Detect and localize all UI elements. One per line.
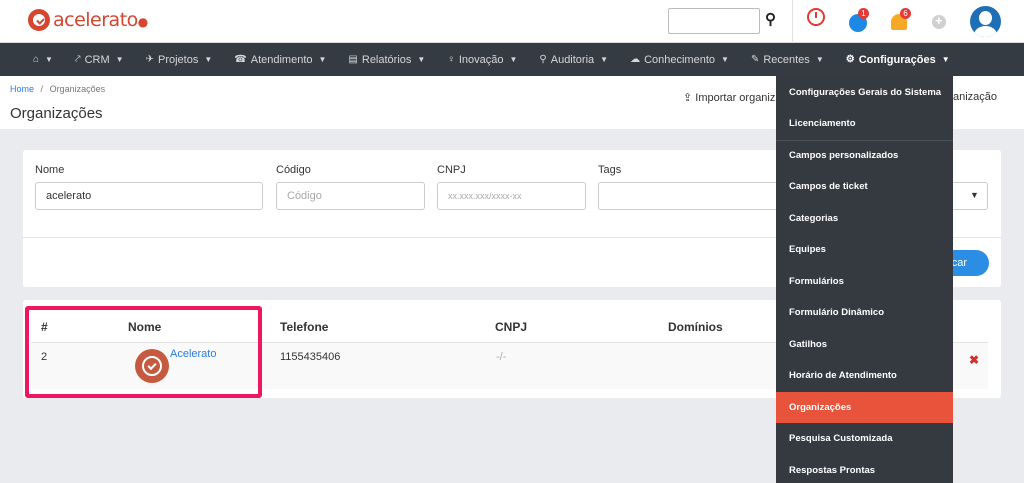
nav-conhecimento[interactable]: ☁ Conhecimento ▼ [619,43,740,76]
import-organizations-button[interactable]: ⇪ Importar organiza [683,91,782,104]
main-nav: ⌂ ▼ ⤤ CRM ▼ ✈ Projetos ▼ ☎ Atendimento ▼ ▤ Relat… [0,43,1024,76]
logo-text: acelerato● [53,9,148,31]
nav-relatorios[interactable]: ▤ Relatórios ▼ [337,43,436,76]
comments-icon: ☁ [630,54,641,65]
cnpj-label: CNPJ [437,164,466,176]
menu-item-pesquisa-customizada[interactable]: Pesquisa Customizada [776,423,953,455]
avatar[interactable] [970,6,1001,37]
chevron-down-icon: ▼ [941,55,950,64]
breadcrumb-current: Organizações [49,84,106,94]
codigo-label: Código [276,164,311,176]
home-icon: ⌂ [33,54,40,65]
lightbulb-icon: ♀ [447,54,455,65]
codigo-input[interactable]: Código [276,182,425,210]
row-telefone: 1155435406 [280,351,341,363]
nav-atendimento[interactable]: ☎ Atendimento ▼ [223,43,337,76]
menu-item-equipes[interactable]: Equipes [776,234,953,266]
page-title: Organizações [10,105,103,122]
nav-home[interactable]: ⌂ ▼ [22,43,64,76]
nav-recentes-label: Recentes [763,53,810,66]
nav-auditoria[interactable]: ⚲ Auditoria ▼ [528,43,619,76]
row-cnpj: -/- [496,351,507,363]
nav-configuracoes-label: Configurações [858,53,936,66]
configuracoes-dropdown-menu: Configurações Gerais do Sistema Licencia… [776,75,953,483]
chevron-down-icon: ▼ [970,190,979,200]
nav-projetos-label: Projetos [157,53,199,66]
chevron-down-icon: ▼ [115,55,124,64]
chevron-down-icon: ▼ [45,55,53,64]
menu-item-organizacoes[interactable]: Organizações [776,391,953,423]
report-icon: ▤ [348,54,358,65]
nav-relatorios-label: Relatórios [361,53,412,66]
menu-item-configuracoes-gerais[interactable]: Configurações Gerais do Sistema [776,77,953,108]
paper-plane-icon: ✈ [145,54,154,65]
globe-notification-badge: 1 [858,8,869,19]
gear-icon: ⚙ [845,54,855,65]
chevron-down-icon: ▼ [721,55,729,64]
nav-recentes[interactable]: ✎ Recentes ▼ [740,43,835,76]
upload-icon: ⇪ [683,92,696,104]
chart-icon: ⤤ [74,54,81,65]
logo-mark-icon [28,9,50,31]
nav-inovacao[interactable]: ♀ Inovação ▼ [436,43,528,76]
global-search-input[interactable] [668,8,760,34]
menu-item-formularios[interactable]: Formulários [776,266,953,298]
tags-label: Tags [598,164,622,176]
header-divider [792,0,793,43]
menu-item-horario-de-atendimento[interactable]: Horário de Atendimento [776,360,953,392]
chevron-down-icon: ▼ [600,55,609,64]
menu-item-gatilhos[interactable]: Gatilhos [776,329,953,361]
nav-atendimento-label: Atendimento [250,53,313,66]
bell-notification-badge: 6 [900,8,911,19]
cnpj-input[interactable]: xx.xxx.xxx/xxxx-xx [437,182,586,210]
nav-configuracoes[interactable]: ⚙ Configurações ▼ [835,43,961,76]
nav-conhecimento-label: Conhecimento [644,53,716,66]
menu-item-formulario-dinamico[interactable]: Formulário Dinâmico [776,297,953,329]
search-icon: ⚲ [539,54,547,65]
tag-icon: ✎ [750,54,760,65]
nome-input[interactable]: acelerato [35,182,263,210]
chevron-down-icon: ▼ [509,55,518,64]
nav-auditoria-label: Auditoria [550,53,595,66]
highlight-box [25,306,262,398]
nav-inovacao-label: Inovação [458,53,504,66]
phone-icon: ☎ [234,54,247,65]
timer-icon[interactable] [807,8,825,26]
menu-item-categorias[interactable]: Categorias [776,203,953,235]
menu-item-campos-personalizados[interactable]: Campos personalizados [776,139,953,172]
column-header-dominios[interactable]: Domínios [668,320,723,334]
breadcrumb-separator: / [40,84,44,94]
breadcrumb: Home / Organizações [10,84,105,94]
menu-item-licenciamento[interactable]: Licenciamento [776,108,953,140]
new-organization-button[interactable]: anização [953,91,997,103]
top-header: acelerato● ⚲ 1 6 [0,0,1024,43]
nav-crm-label: CRM [84,53,110,66]
delete-icon[interactable]: ✖ [969,353,979,367]
nome-label: Nome [35,164,65,176]
chevron-down-icon: ▼ [815,55,824,64]
chevron-down-icon: ▼ [417,55,426,64]
column-header-cnpj[interactable]: CNPJ [495,320,527,334]
import-label: Importar organiza [695,92,782,104]
nav-projetos[interactable]: ✈ Projetos ▼ [135,43,224,76]
plus-circle-icon[interactable] [932,13,946,29]
column-header-telefone[interactable]: Telefone [280,320,328,334]
chevron-down-icon: ▼ [318,55,327,64]
nav-crm[interactable]: ⤤ CRM ▼ [64,43,135,76]
chevron-down-icon: ▼ [204,55,213,64]
magnifier-icon[interactable]: ⚲ [765,10,776,28]
menu-item-respostas-prontas[interactable]: Respostas Prontas [776,455,953,483]
app-logo[interactable]: acelerato● [28,9,148,31]
breadcrumb-home-link[interactable]: Home [10,84,34,94]
menu-item-campos-de-ticket[interactable]: Campos de ticket [776,171,953,203]
